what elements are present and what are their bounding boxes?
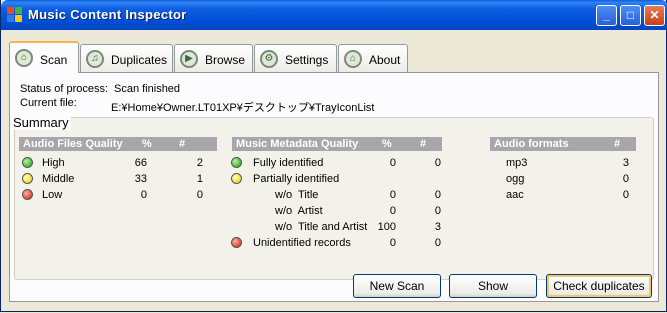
- list-item: Unidentified records 0 0: [230, 236, 442, 250]
- list-item: w/o Artist 0 0: [230, 204, 442, 218]
- audio-formats-title: Audio formats: [494, 138, 569, 150]
- row-pct: 0: [389, 189, 396, 201]
- pct-column-header: %: [382, 138, 392, 150]
- row-pct: 100: [377, 221, 396, 233]
- tab-label: About: [369, 53, 401, 67]
- home-icon: ⌂: [344, 50, 362, 68]
- row-count: 0: [622, 173, 629, 185]
- status-dot-icon: [231, 173, 242, 184]
- status-dot-icon: [231, 237, 242, 248]
- row-label: ogg: [506, 173, 525, 185]
- row-count: 0: [434, 237, 441, 249]
- row-count: 0: [434, 157, 441, 169]
- scan-icon: ⌂: [15, 49, 33, 67]
- check-duplicates-button[interactable]: Check duplicates: [546, 274, 652, 298]
- row-count: 2: [196, 157, 203, 169]
- summary-legend: Summary: [11, 115, 71, 130]
- show-button[interactable]: Show: [449, 274, 537, 298]
- status-dot-icon: [22, 173, 33, 184]
- row-label: Low: [42, 189, 63, 201]
- list-item: Fully identified 0 0: [230, 156, 442, 170]
- music-note-icon: ♫: [86, 50, 104, 68]
- row-pct: 0: [389, 157, 396, 169]
- row-label: w/o Title and Artist: [275, 221, 368, 233]
- row-label: mp3: [506, 157, 528, 169]
- metadata-quality-title: Music Metadata Quality: [236, 138, 359, 150]
- row-label: w/o Artist: [275, 205, 323, 217]
- count-column-header: #: [420, 138, 427, 150]
- status-dot-icon: [22, 189, 33, 200]
- tab-about[interactable]: ⌂ About: [338, 44, 408, 72]
- list-item: w/o Title 0 0: [230, 188, 442, 202]
- count-column-header: #: [179, 138, 186, 150]
- row-label: High: [42, 157, 65, 169]
- row-count: 0: [434, 205, 441, 217]
- main-window: Music Content Inspector _ □ ✕ ⌂ Scan ♫ D…: [0, 0, 667, 312]
- scan-panel: Status of process: Scan finished Current…: [9, 72, 659, 302]
- row-count: 3: [622, 157, 629, 169]
- tab-duplicates[interactable]: ♫ Duplicates: [80, 44, 173, 72]
- maximize-button[interactable]: □: [620, 5, 641, 26]
- tab-label: Browse: [205, 53, 246, 67]
- audio-quality-title: Audio Files Quality: [23, 138, 123, 150]
- audio-formats-header: Audio formats #: [490, 137, 636, 151]
- list-item: Partially identified: [230, 172, 442, 186]
- tab-label: Duplicates: [111, 53, 168, 67]
- list-item: Middle 33 1: [21, 172, 211, 186]
- current-file-value: E:¥Home¥Owner.LT01XP¥デスクトップ¥TrayIconList: [111, 102, 375, 114]
- app-icon: [7, 7, 23, 23]
- row-pct: 33: [134, 173, 147, 185]
- title-bar[interactable]: Music Content Inspector _ □ ✕: [1, 0, 667, 30]
- status-dot-icon: [231, 157, 242, 168]
- current-file-label: Current file:: [20, 97, 77, 109]
- status-dot-icon: [22, 157, 33, 168]
- tab-label: Scan: [40, 53, 68, 67]
- list-item: High 66 2: [21, 156, 211, 170]
- status-process-value: Scan finished: [114, 83, 181, 95]
- list-item: w/o Title and Artist 100 3: [230, 220, 442, 234]
- minimize-button[interactable]: _: [596, 5, 617, 26]
- row-pct: 66: [134, 157, 147, 169]
- row-count: 1: [196, 173, 203, 185]
- gear-icon: ⚙: [260, 50, 278, 68]
- status-process-label: Status of process:: [20, 83, 109, 95]
- row-pct: 0: [389, 205, 396, 217]
- tab-settings[interactable]: ⚙ Settings: [254, 44, 337, 72]
- row-label: Unidentified records: [253, 237, 351, 249]
- list-item: ogg 0: [506, 172, 632, 186]
- pct-column-header: %: [142, 138, 152, 150]
- tab-label: Settings: [285, 53, 329, 67]
- tab-browse[interactable]: ▶ Browse: [174, 44, 253, 72]
- row-label: aac: [506, 189, 524, 201]
- count-column-header: #: [614, 138, 621, 150]
- close-button[interactable]: ✕: [644, 5, 665, 26]
- play-icon: ▶: [180, 50, 198, 68]
- row-count: 0: [622, 189, 629, 201]
- tab-scan[interactable]: ⌂ Scan: [9, 41, 79, 73]
- row-label: w/o Title: [275, 189, 319, 201]
- new-scan-button[interactable]: New Scan: [353, 274, 441, 298]
- row-pct: 0: [140, 189, 147, 201]
- row-count: 3: [434, 221, 441, 233]
- metadata-quality-header: Music Metadata Quality % #: [232, 137, 442, 151]
- row-count: 0: [434, 189, 441, 201]
- list-item: Low 0 0: [21, 188, 211, 202]
- list-item: aac 0: [506, 188, 632, 202]
- row-label: Fully identified: [253, 157, 324, 169]
- row-pct: 0: [389, 237, 396, 249]
- row-count: 0: [196, 189, 203, 201]
- audio-quality-header: Audio Files Quality % #: [19, 137, 217, 151]
- window-title: Music Content Inspector: [28, 7, 187, 22]
- row-label: Partially identified: [253, 173, 340, 185]
- list-item: mp3 3: [506, 156, 632, 170]
- row-label: Middle: [42, 173, 75, 185]
